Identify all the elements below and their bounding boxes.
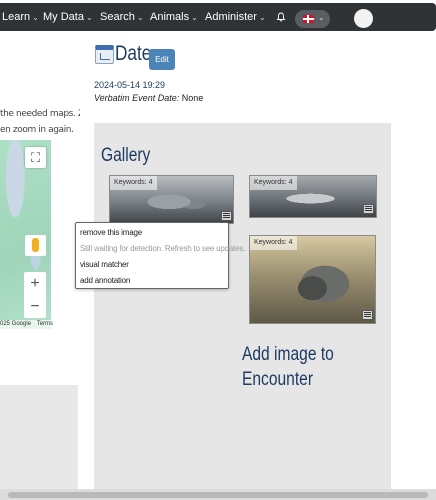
- gallery-heading: Gallery: [101, 145, 151, 166]
- encounter-page: Learn ⌄ My Data ⌄ Search ⌄ Animals ⌄ Adminis…: [0, 0, 436, 500]
- date-value: 2024-05-14 19:29: [94, 80, 166, 90]
- menu-item-remove-image[interactable]: remove this image: [80, 228, 142, 237]
- gallery-image-2[interactable]: Keywords: 4: [249, 175, 377, 218]
- keywords-badge: Keywords: 4: [250, 176, 297, 190]
- top-navbar: Learn ⌄ My Data ⌄ Search ⌄ Animals ⌄ Adminis…: [0, 3, 436, 31]
- nav-animals-label: Animals: [150, 11, 190, 23]
- pegman-figure: [32, 238, 39, 252]
- nav-administer-label: Administer: [205, 11, 257, 23]
- bell-icon[interactable]: [276, 12, 286, 22]
- menu-item-detection-status: Still waiting for detection. Refresh to …: [80, 244, 246, 253]
- chevron-down-icon: ⌄: [258, 13, 266, 22]
- verbatim-value: None: [181, 93, 204, 103]
- verbatim-label: Verbatim Event Date:: [94, 93, 180, 103]
- add-image-link[interactable]: Add image to Encounter: [242, 342, 340, 392]
- calendar-icon: [95, 45, 114, 64]
- map-attribution: 025 Google Terms: [0, 320, 56, 329]
- nav-learn[interactable]: Learn ⌄: [2, 3, 39, 31]
- edit-date-button[interactable]: Edit: [149, 49, 175, 70]
- verbatim-event-date: Verbatim Event Date: None: [94, 93, 203, 103]
- menu-item-add-annotation[interactable]: add annotation: [80, 276, 130, 285]
- gallery-image-3[interactable]: Keywords: 4: [249, 235, 376, 324]
- horizontal-scrollbar[interactable]: [0, 489, 436, 500]
- scrollbar-thumb[interactable]: [8, 492, 428, 498]
- uk-flag-icon: [303, 15, 314, 23]
- keywords-badge: Keywords: 4: [110, 176, 157, 190]
- nav-my-data-label: My Data: [43, 11, 84, 23]
- chevron-down-icon: ⌄: [136, 13, 144, 22]
- nav-my-data[interactable]: My Data ⌄: [43, 3, 93, 31]
- keywords-badge: Keywords: 4: [250, 236, 297, 250]
- map-help-line-2: en zoom in again.: [0, 125, 74, 135]
- image-menu-icon[interactable]: [362, 310, 373, 320]
- nav-animals[interactable]: Animals ⌄: [150, 3, 198, 31]
- language-selector[interactable]: ⌄: [295, 10, 330, 28]
- map-copyright: 025 Google: [0, 321, 32, 327]
- map-help-line-1: the needed maps. Zoom: [0, 109, 80, 119]
- nav-learn-label: Learn: [2, 11, 31, 23]
- zoom-out-button[interactable]: −: [24, 295, 46, 318]
- image-menu-icon[interactable]: [363, 204, 374, 214]
- nav-administer[interactable]: Administer ⌄: [205, 3, 266, 31]
- date-heading: Date: [115, 42, 152, 65]
- chevron-down-icon: ⌄: [191, 13, 198, 22]
- nav-search[interactable]: Search ⌄: [100, 3, 144, 31]
- chevron-down-icon: ⌄: [85, 13, 93, 22]
- image-context-menu: remove this image Still waiting for dete…: [75, 222, 245, 289]
- chevron-down-icon: ⌄: [318, 13, 325, 22]
- image-menu-icon[interactable]: [221, 211, 232, 221]
- fullscreen-icon[interactable]: ⛶: [25, 147, 46, 168]
- map-zoom-control: + −: [24, 272, 46, 318]
- street-view-pegman-icon[interactable]: [25, 235, 46, 256]
- chevron-down-icon: ⌄: [32, 13, 39, 22]
- left-panel: [0, 385, 78, 500]
- map-terms-link[interactable]: Terms: [37, 321, 53, 327]
- menu-item-visual-matcher[interactable]: visual matcher: [80, 260, 129, 269]
- zoom-in-button[interactable]: +: [24, 272, 46, 295]
- nav-search-label: Search: [100, 11, 135, 23]
- avatar[interactable]: [354, 9, 373, 28]
- map-help-text: the needed maps. Zoom en zoom in again.: [0, 106, 80, 138]
- gallery-image-1[interactable]: Keywords: 4: [109, 175, 234, 224]
